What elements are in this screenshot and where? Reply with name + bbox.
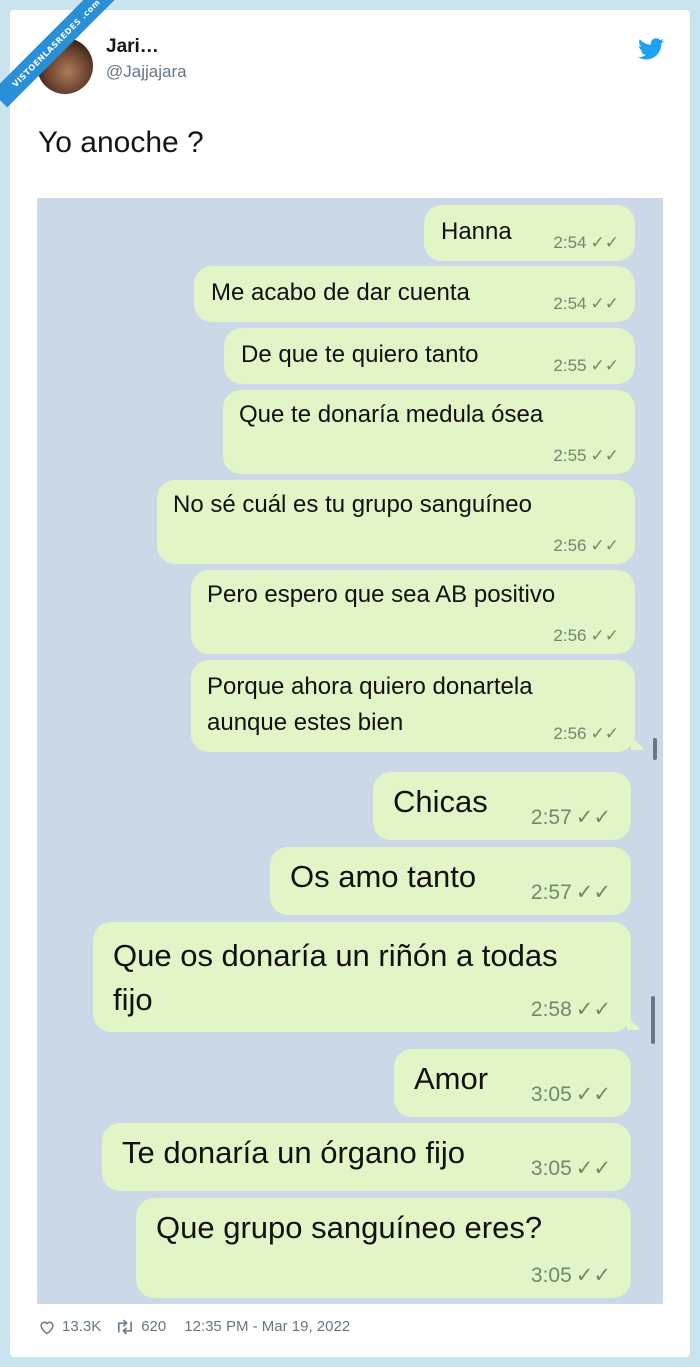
message-text: Os amo tanto [290,859,477,894]
user-handle[interactable]: @Jajjajara [106,62,187,82]
double-check-icon: ✓✓ [575,1157,611,1180]
message-meta: 2:54 ✓✓ [553,233,619,253]
message-time: 2:57 [530,880,572,904]
message-time: 2:55 [553,356,587,375]
message-meta: 2:54 ✓✓ [553,294,619,314]
message-text: Me acabo de dar cuenta [211,279,470,306]
chat-message: De que te quiero tanto 2:55 ✓✓ [224,328,635,384]
bubble-tail [631,736,645,750]
double-check-icon: ✓✓ [590,536,620,555]
message-time: 3:05 [530,1263,572,1287]
message-meta: 2:56 ✓✓ [553,626,619,646]
chat-message: Te donaría un órgano fijo 3:05 ✓✓ [102,1123,631,1191]
chat-message: Pero espero que sea AB positivo 2:56 ✓✓ [191,570,635,654]
message-time: 3:05 [530,1156,572,1180]
chat-message: Me acabo de dar cuenta 2:54 ✓✓ [194,266,635,322]
chat-message: Que os donaría un riñón a todas fijo 2:5… [93,922,641,1032]
like-count[interactable]: 13.3K [62,1318,101,1335]
double-check-icon: ✓✓ [590,626,620,645]
chat-message: Porque ahora quiero donartela aunque est… [191,660,645,752]
bubble-tail [627,1016,641,1030]
double-check-icon: ✓✓ [575,998,611,1021]
message-text: Que te donaría medula ósea [239,401,544,428]
double-check-icon: ✓✓ [575,1264,611,1287]
message-meta: 2:56 ✓✓ [553,724,619,744]
message-text: Que grupo sanguíneo eres? [156,1210,543,1245]
chat-message: Chicas 2:57 ✓✓ [373,772,631,840]
message-text: Porque ahora quiero donartela aunque est… [207,673,533,736]
double-check-icon: ✓✓ [590,724,620,743]
double-check-icon: ✓✓ [575,806,611,829]
message-time: 2:56 [553,724,587,743]
message-time: 3:05 [530,1082,572,1106]
chat-message: No sé cuál es tu grupo sanguíneo 2:56 ✓✓ [157,480,635,564]
message-text: Amor [414,1061,489,1096]
message-time: 2:54 [553,294,587,313]
scroll-indicator [653,738,657,760]
chat-screenshot: Hanna 2:54 ✓✓ Me acabo de dar cuenta 2:54… [37,198,663,1304]
message-text: Chicas [393,784,488,819]
message-meta: 2:57 ✓✓ [531,805,611,830]
message-time: 2:55 [553,446,587,465]
chat-message: Que grupo sanguíneo eres? 3:05 ✓✓ [136,1198,631,1298]
double-check-icon: ✓✓ [575,881,611,904]
chat-message: Os amo tanto 2:57 ✓✓ [270,847,631,915]
message-meta: 2:56 ✓✓ [553,536,619,556]
retweet-count[interactable]: 620 [141,1318,166,1335]
message-meta: 3:05 ✓✓ [531,1263,611,1288]
chat-message: Amor 3:05 ✓✓ [394,1049,631,1117]
user-name[interactable]: Jari… [106,36,159,58]
message-text: Que os donaría un riñón a todas fijo [113,938,558,1017]
message-text: De que te quiero tanto [241,341,479,368]
double-check-icon: ✓✓ [590,446,620,465]
double-check-icon: ✓✓ [590,294,620,313]
tweet-text: Yo anoche ? [38,126,204,159]
message-meta: 3:05 ✓✓ [531,1156,611,1181]
message-meta: 2:55 ✓✓ [553,356,619,376]
tweet-timestamp[interactable]: 12:35 PM - Mar 19, 2022 [184,1318,350,1335]
message-meta: 2:57 ✓✓ [531,880,611,905]
message-meta: 2:55 ✓✓ [553,446,619,466]
twitter-bird-icon[interactable] [638,38,664,60]
message-time: 2:56 [553,626,587,645]
double-check-icon: ✓✓ [575,1083,611,1106]
message-time: 2:56 [553,536,587,555]
message-text: Te donaría un órgano fijo [122,1135,465,1170]
message-time: 2:54 [553,233,587,252]
message-text: Hanna [441,218,512,245]
message-meta: 3:05 ✓✓ [531,1082,611,1107]
message-text: Pero espero que sea AB positivo [207,581,556,608]
tweet-footer: 13.3K 620 12:35 PM - Mar 19, 2022 [38,1318,350,1335]
double-check-icon: ✓✓ [590,356,620,375]
retweet-icon[interactable] [115,1319,135,1335]
message-time: 2:57 [530,805,572,829]
message-time: 2:58 [530,997,572,1021]
message-text: No sé cuál es tu grupo sanguíneo [173,491,532,518]
chat-message: Hanna 2:54 ✓✓ [424,205,635,261]
chat-message: Que te donaría medula ósea 2:55 ✓✓ [223,390,635,474]
message-meta: 2:58 ✓✓ [531,997,611,1022]
double-check-icon: ✓✓ [590,233,620,252]
scroll-indicator [651,996,655,1044]
heart-icon[interactable] [38,1319,56,1335]
